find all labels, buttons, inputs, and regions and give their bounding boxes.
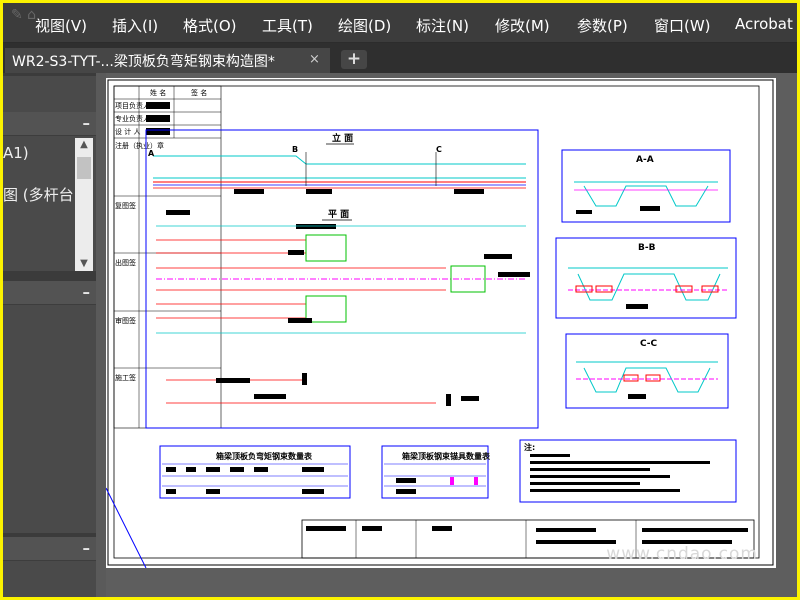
section-c-view: C-C xyxy=(565,333,729,409)
tool-palette-middle: – xyxy=(3,281,96,533)
drawing-canvas[interactable]: 姓 名 签 名 项目负责人 专业负责人 设 计 人 注册（执业）章 复图签 出图… xyxy=(106,73,797,597)
section-c-title: C-C xyxy=(640,339,658,349)
cad-drawing: 姓 名 签 名 项目负责人 专业负责人 设 计 人 注册（执业）章 复图签 出图… xyxy=(106,79,774,568)
menu-acrobat[interactable]: Acrobat xyxy=(735,15,793,33)
elevation-title: 立 面 xyxy=(332,132,353,144)
anchor-quantity-table: 箱梁顶板钢束锚具数量表 xyxy=(381,445,491,499)
cad-window: ✎ ⌂ 视图(V) 插入(I) 格式(O) 工具(T) 绘图(D) 标注(N) … xyxy=(3,3,797,597)
minimize-icon[interactable]: – xyxy=(83,114,91,132)
scroll-down-icon[interactable]: ▼ xyxy=(75,257,93,271)
document-tab-bar: WR2-S3-TYT-...梁顶板负弯矩钢束构造图* × + xyxy=(3,43,797,73)
header-signature: 签 名 xyxy=(191,88,207,97)
section-mark-c: C xyxy=(436,145,442,154)
palette-item-text-1[interactable]: A1) xyxy=(3,144,29,162)
signature-block: 姓 名 签 名 项目负责人 专业负责人 设 计 人 注册（执业）章 复图签 出图… xyxy=(113,85,222,429)
menu-dimension[interactable]: 标注(N) xyxy=(416,15,469,36)
menu-draw[interactable]: 绘图(D) xyxy=(338,15,391,36)
menu-view[interactable]: 视图(V) xyxy=(35,15,87,36)
palette-header: – xyxy=(3,112,96,136)
section-mark-b: B xyxy=(292,145,298,154)
minimize-icon[interactable]: – xyxy=(83,283,91,301)
section-a-view: A-A xyxy=(561,149,731,223)
new-tab-button[interactable]: + xyxy=(341,50,367,69)
table2-title: 箱梁顶板钢束锚具数量表 xyxy=(402,451,491,461)
close-icon[interactable]: × xyxy=(309,52,320,67)
document-tab[interactable]: WR2-S3-TYT-...梁顶板负弯矩钢束构造图* × xyxy=(5,48,330,73)
menu-bar: ✎ ⌂ 视图(V) 插入(I) 格式(O) 工具(T) 绘图(D) 标注(N) … xyxy=(3,3,797,43)
menu-modify[interactable]: 修改(M) xyxy=(495,15,550,36)
label-review-stamp: 复图签 xyxy=(115,201,136,210)
palette-header: – xyxy=(3,537,96,561)
label-project-lead: 项目负责人 xyxy=(115,101,150,110)
tool-palette-bottom: – xyxy=(3,537,96,597)
notes-title: 注: xyxy=(524,442,535,452)
panel-divider[interactable] xyxy=(96,73,106,597)
menu-tools[interactable]: 工具(T) xyxy=(262,15,313,36)
palette-header: – xyxy=(3,281,96,305)
section-a-title: A-A xyxy=(636,155,654,165)
label-discipline-lead: 专业负责人 xyxy=(115,114,150,123)
palette-scrollbar[interactable]: ▲ ▼ xyxy=(75,138,93,271)
label-designer: 设 计 人 xyxy=(115,127,140,136)
menu-parameter[interactable]: 参数(P) xyxy=(577,15,628,36)
section-b-view: B-B xyxy=(555,237,737,319)
menu-insert[interactable]: 插入(I) xyxy=(112,15,158,36)
notes-block: 注: xyxy=(519,439,737,503)
header-name: 姓 名 xyxy=(150,88,166,97)
elevation-plan-view: 立 面 B C A 平 面 xyxy=(145,129,539,429)
section-b-title: B-B xyxy=(638,243,656,253)
watermark-text: www.cndao.com xyxy=(606,544,758,564)
scroll-thumb[interactable] xyxy=(77,157,91,179)
tendon-quantity-table: 箱梁顶板负弯矩钢束数量表 xyxy=(159,445,351,499)
section-mark-a: A xyxy=(148,149,155,158)
scroll-up-icon[interactable]: ▲ xyxy=(75,138,93,152)
drawing-sheet: 姓 名 签 名 项目负责人 专业负责人 设 计 人 注册（执业）章 复图签 出图… xyxy=(106,78,776,568)
plan-title: 平 面 xyxy=(328,209,349,220)
label-construction-stamp: 施工签 xyxy=(115,373,136,382)
document-tab-title: WR2-S3-TYT-...梁顶板负弯矩钢束构造图* xyxy=(12,54,275,70)
label-audit-stamp: 审图签 xyxy=(115,316,136,325)
menu-format[interactable]: 格式(O) xyxy=(183,15,237,36)
minimize-icon[interactable]: – xyxy=(83,539,91,557)
table1-title: 箱梁顶板负弯矩钢束数量表 xyxy=(216,451,313,461)
palette-item-text-2[interactable]: 图 (多杆台 xyxy=(3,184,74,205)
label-registration-stamp: 注册（执业）章 xyxy=(115,141,164,150)
menu-window[interactable]: 窗口(W) xyxy=(654,15,711,36)
label-issue-stamp: 出图签 xyxy=(115,258,136,267)
tool-palette-top: – A1) 图 (多杆台 ▲ ▼ xyxy=(3,76,96,271)
